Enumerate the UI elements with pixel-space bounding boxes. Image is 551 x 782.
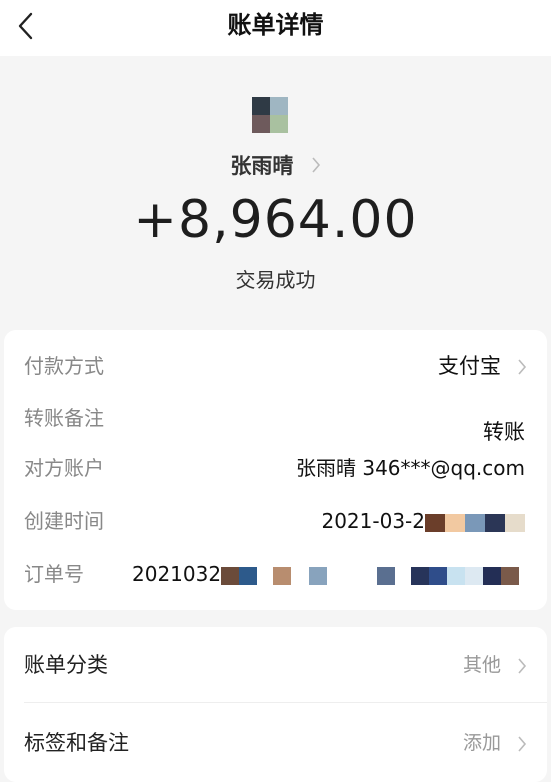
order-number-value: 2021032 [132,554,520,594]
chevron-right-icon [517,735,527,757]
mosaic-block [377,566,396,585]
avatar-pixel [270,115,288,133]
created-time-value: 2021-03-2 [321,501,525,541]
mosaic-block [239,566,258,585]
payee-name: 张雨晴 [230,154,294,178]
avatar-pixel [252,97,270,115]
payee-link[interactable]: 张雨晴 [0,150,551,180]
mosaic-block [411,566,430,585]
page-title: 账单详情 [227,11,324,39]
chevron-right-icon [517,358,527,380]
detail-row-transfer-note: 转账备注 转账 [4,398,547,444]
order-mosaic [221,562,520,586]
detail-row-order-number: 订单号 2021032 [4,554,547,594]
detail-label: 转账备注 [24,406,104,430]
payment-method-value: 支付宝 [438,354,501,378]
mosaic-block [505,513,525,532]
detail-row-counterparty: 对方账户 张雨晴 346***@qq.com [4,448,547,488]
mosaic-block [501,566,520,585]
chevron-right-icon [517,657,527,679]
chevron-right-icon [311,155,321,179]
detail-label: 付款方式 [24,354,104,378]
mosaic-block [429,566,448,585]
bill-category-label: 账单分类 [24,653,108,677]
avatar-pixel [252,115,270,133]
bill-category-value: 其他 [462,654,501,676]
detail-row-payment-method[interactable]: 付款方式 支付宝 [4,346,547,386]
divider [24,702,547,703]
mosaic-block [465,566,484,585]
detail-row-created-time: 创建时间 2021-03-2 [4,501,547,541]
details-card: 付款方式 支付宝 转账备注 转账 对方账户 张雨晴 346***@qq.com … [4,330,547,610]
mosaic-block [273,566,292,585]
extras-card: 账单分类 其他 标签和备注 添加 [4,627,547,782]
time-mosaic [425,509,525,533]
tags-notes-value: 添加 [462,732,501,754]
mosaic-block [447,566,466,585]
transaction-amount: +8,964.00 [133,190,418,250]
mosaic-block [445,513,465,532]
mosaic-block [483,566,502,585]
tags-notes-label: 标签和备注 [24,731,129,755]
transfer-note-value: 转账 [483,420,525,444]
mosaic-block [309,566,328,585]
detail-label: 订单号 [24,562,84,586]
created-time-text: 2021-03-2 [321,509,425,533]
bill-category-row[interactable]: 账单分类 其他 [4,645,547,685]
tags-notes-row[interactable]: 标签和备注 添加 [4,723,547,763]
detail-label: 创建时间 [24,509,104,533]
mosaic-block [465,513,485,532]
mosaic-block [485,513,505,532]
avatar [252,97,288,133]
detail-label: 对方账户 [24,456,104,480]
top-navigation-bar: 账单详情 [0,0,551,56]
avatar-pixel [270,97,288,115]
transaction-status: 交易成功 [235,268,316,292]
mosaic-block [425,513,445,532]
mosaic-block [221,566,240,585]
counterparty-value: 张雨晴 346***@qq.com [296,456,525,480]
order-number-text: 2021032 [132,562,222,586]
